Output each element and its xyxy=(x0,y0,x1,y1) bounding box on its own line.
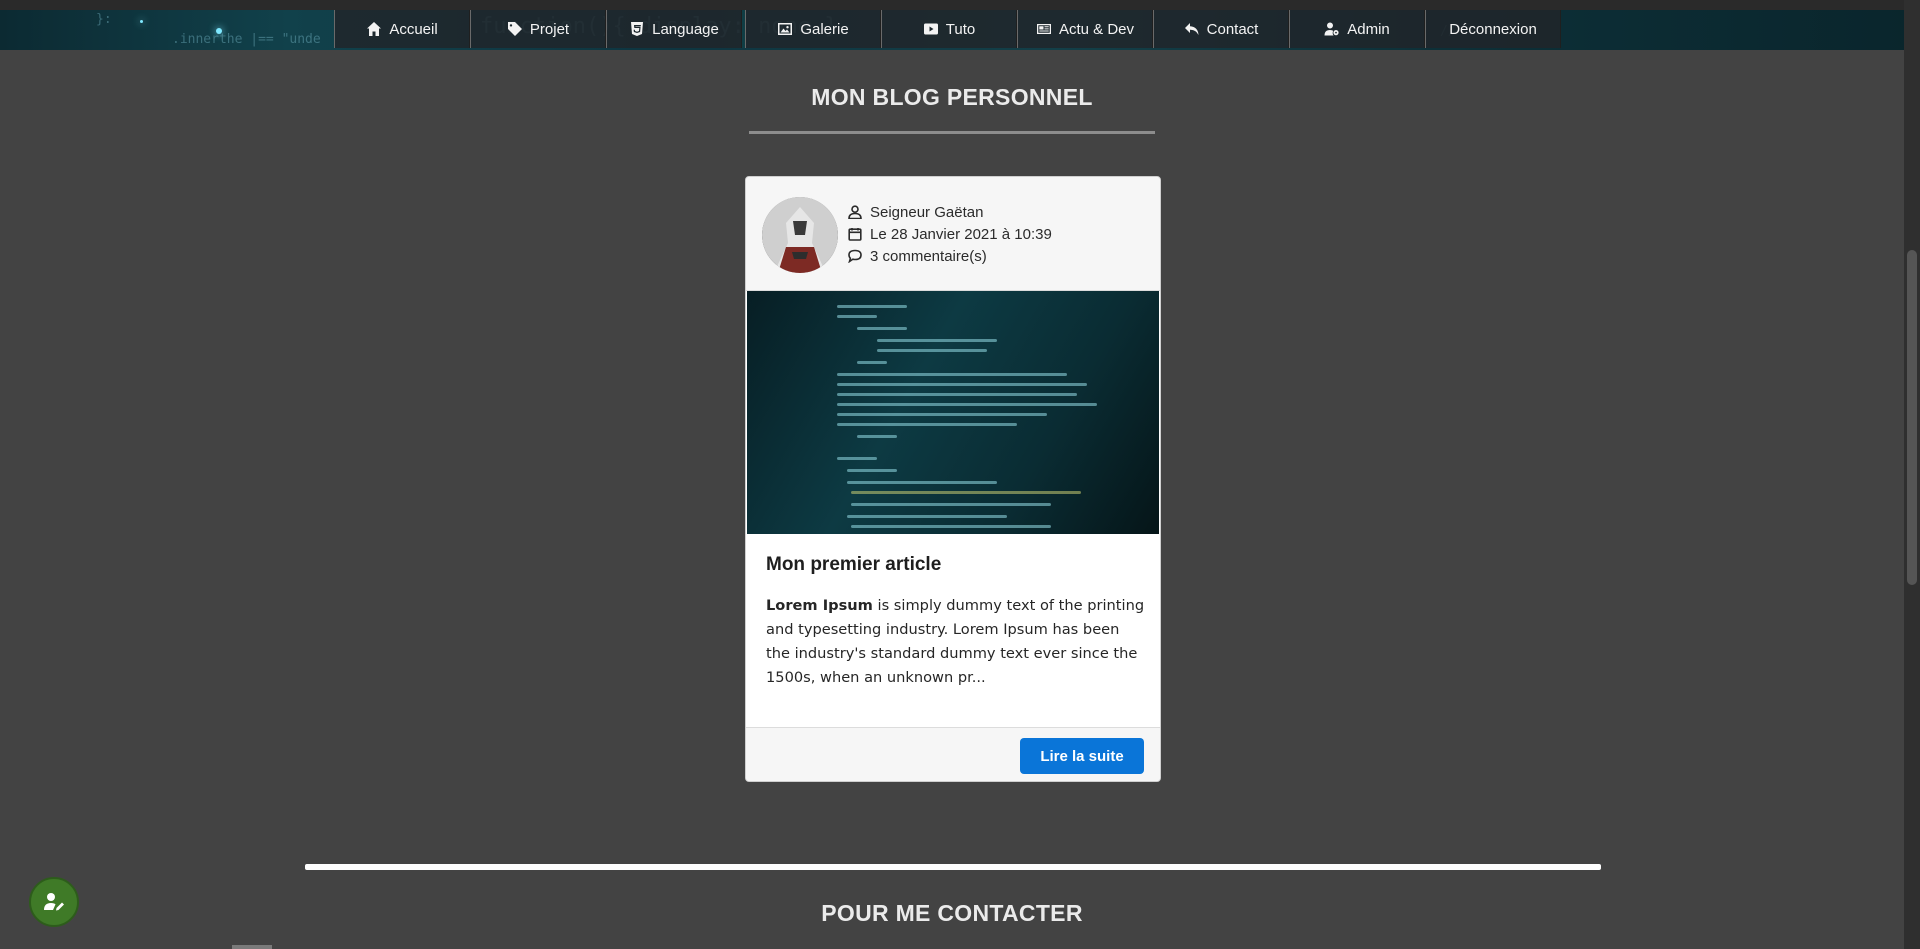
nav-item-tuto[interactable]: Tuto xyxy=(881,10,1017,48)
nav-item-galerie[interactable]: Galerie xyxy=(745,10,881,48)
post-date: Le 28 Janvier 2021 à 10:39 xyxy=(870,225,1052,243)
image-decoration xyxy=(847,469,897,472)
image-decoration xyxy=(837,383,1087,386)
post-date-row: Le 28 Janvier 2021 à 10:39 xyxy=(848,223,1052,245)
tag-icon xyxy=(507,22,522,36)
nav-item-accueil[interactable]: Accueil xyxy=(334,10,470,48)
blog-post-card: Seigneur Gaëtan Le 28 Janvier 2021 à 10:… xyxy=(745,176,1161,782)
image-decoration xyxy=(837,305,907,308)
post-meta: Seigneur Gaëtan Le 28 Janvier 2021 à 10:… xyxy=(848,201,1052,267)
nav-label: Projet xyxy=(529,20,570,38)
scrollbar-thumb[interactable] xyxy=(1907,250,1917,585)
post-title[interactable]: Mon premier article xyxy=(766,554,1146,576)
image-decoration xyxy=(837,315,877,318)
nav-item-deconnexion[interactable]: Déconnexion xyxy=(1425,10,1561,48)
read-more-button[interactable]: Lire la suite xyxy=(1020,738,1144,774)
top-strip xyxy=(0,0,1920,10)
main-nav: Accueil Projet Language Galerie Tuto Act… xyxy=(334,10,1561,48)
home-icon xyxy=(367,22,382,36)
image-decoration xyxy=(837,403,1097,406)
image-decoration xyxy=(847,515,1007,518)
bottom-edge-marker xyxy=(232,945,272,949)
nav-label: Déconnexion xyxy=(1449,20,1537,38)
post-comments-row: 3 commentaire(s) xyxy=(848,245,1052,267)
nav-item-language[interactable]: Language xyxy=(606,10,742,48)
image-decoration xyxy=(851,503,1051,506)
post-author[interactable]: Seigneur Gaëtan xyxy=(870,204,983,221)
nav-item-actu-dev[interactable]: Actu & Dev xyxy=(1017,10,1153,48)
reply-icon xyxy=(1184,23,1199,35)
card-body: Mon premier article Lorem Ipsum is simpl… xyxy=(766,554,1146,690)
nav-label: Actu & Dev xyxy=(1058,20,1135,38)
nav-label: Contact xyxy=(1206,20,1259,38)
user-cog-icon xyxy=(1324,22,1339,36)
user-edit-icon xyxy=(44,893,64,911)
avatar-figure xyxy=(762,197,838,273)
nav-label: Tuto xyxy=(945,20,976,38)
html5-icon xyxy=(631,22,644,36)
blog-section-title: MON BLOG PERSONNEL xyxy=(811,84,1093,110)
nav-item-projet[interactable]: Projet xyxy=(470,10,606,48)
section-divider xyxy=(305,864,1601,870)
post-excerpt: Lorem Ipsum is simply dummy text of the … xyxy=(766,594,1146,690)
image-decoration xyxy=(837,457,877,460)
card-header: Seigneur Gaëtan Le 28 Janvier 2021 à 10:… xyxy=(746,177,1160,291)
image-decoration xyxy=(851,491,1081,494)
post-comments-count[interactable]: 3 commentaire(s) xyxy=(870,248,987,265)
image-decoration xyxy=(837,373,1067,376)
nav-label: Admin xyxy=(1347,20,1390,38)
excerpt-bold: Lorem Ipsum xyxy=(766,597,873,614)
comment-icon xyxy=(848,249,862,263)
banner-decoration: .innerthe |== "unde xyxy=(172,32,321,47)
admin-edit-button[interactable] xyxy=(29,877,79,927)
image-decoration xyxy=(847,481,997,484)
image-decoration xyxy=(837,413,1047,416)
calendar-icon xyxy=(848,228,862,241)
youtube-icon xyxy=(923,23,938,35)
card-footer: Lire la suite xyxy=(746,727,1160,781)
post-image xyxy=(747,291,1159,534)
nav-label: Language xyxy=(652,20,719,38)
nav-label: Galerie xyxy=(800,20,849,38)
image-decoration xyxy=(877,339,997,342)
nav-label: Accueil xyxy=(389,20,438,38)
banner-glow xyxy=(140,20,143,23)
image-decoration xyxy=(857,435,897,438)
image-icon xyxy=(778,23,793,35)
image-decoration xyxy=(857,361,887,364)
image-decoration xyxy=(837,423,1017,426)
title-underline xyxy=(749,131,1155,134)
image-decoration xyxy=(837,393,1077,396)
nav-item-admin[interactable]: Admin xyxy=(1289,10,1425,48)
banner-decoration: }: xyxy=(96,12,112,27)
contact-section-title: POUR ME CONTACTER xyxy=(821,900,1083,926)
author-avatar xyxy=(762,197,838,273)
image-decoration xyxy=(857,327,907,330)
post-author-row: Seigneur Gaëtan xyxy=(848,201,1052,223)
newspaper-icon xyxy=(1036,24,1051,34)
image-decoration xyxy=(851,525,1051,528)
image-decoration xyxy=(877,349,987,352)
user-icon xyxy=(848,205,862,219)
nav-item-contact[interactable]: Contact xyxy=(1153,10,1289,48)
